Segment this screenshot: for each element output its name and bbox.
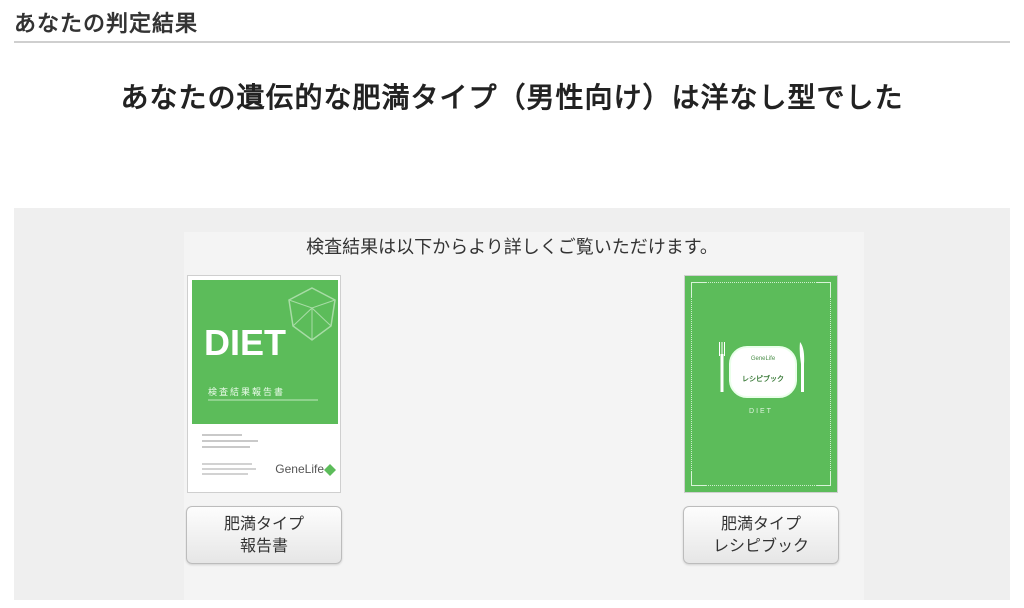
report-cover-address-lines xyxy=(202,463,256,478)
report-button-label-line2: 報告書 xyxy=(239,536,288,555)
report-cover-green-block: DIET 検査結果報告書 xyxy=(192,280,338,424)
report-cover-diet-text: DIET xyxy=(204,322,287,363)
knife-icon xyxy=(799,342,805,392)
corner-ornament-icon xyxy=(816,471,831,486)
recipe-button-label-line1: 肥満タイプ xyxy=(720,514,801,533)
genelife-logo-icon xyxy=(324,464,336,476)
report-button-label-line1: 肥満タイプ xyxy=(223,514,304,533)
report-cover-text-lines xyxy=(202,434,258,452)
recipe-cover-image[interactable]: GeneLife レシピブック DIET xyxy=(684,275,838,493)
report-cover-image[interactable]: DIET 検査結果報告書 GeneLife xyxy=(187,275,341,493)
report-cover-brand: GeneLife xyxy=(275,462,324,476)
detail-intro-text: 検査結果は以下からより詳しくご覧いただけます。 xyxy=(306,237,718,258)
recipe-cover-diet-text: DIET xyxy=(749,408,773,415)
obesity-type-report-button[interactable]: 肥満タイプ 報告書 xyxy=(186,506,342,564)
gem-icon xyxy=(288,287,336,341)
report-cover-subtitle-line xyxy=(208,399,318,401)
obesity-type-recipe-book-button[interactable]: 肥満タイプ レシピブック xyxy=(683,506,839,564)
recipe-cover-dots xyxy=(719,320,803,322)
section-title: あなたの判定結果 xyxy=(14,12,199,37)
title-divider xyxy=(14,41,1010,43)
recipe-button-label-line2: レシピブック xyxy=(712,536,809,555)
detail-panel xyxy=(14,208,1010,600)
recipe-cover-brand: GeneLife xyxy=(750,356,776,362)
report-cover-subtitle: 検査結果報告書 xyxy=(208,388,286,398)
fork-icon xyxy=(719,342,725,392)
corner-ornament-icon xyxy=(816,282,831,297)
corner-ornament-icon xyxy=(691,471,706,486)
result-headline: あなたの遺伝的な肥満タイプ（男性向け）は洋なし型でした xyxy=(120,81,904,114)
recipe-cover-plate: GeneLife レシピブック xyxy=(729,346,797,398)
recipe-cover-title: レシピブック xyxy=(742,375,784,383)
corner-ornament-icon xyxy=(691,282,706,297)
